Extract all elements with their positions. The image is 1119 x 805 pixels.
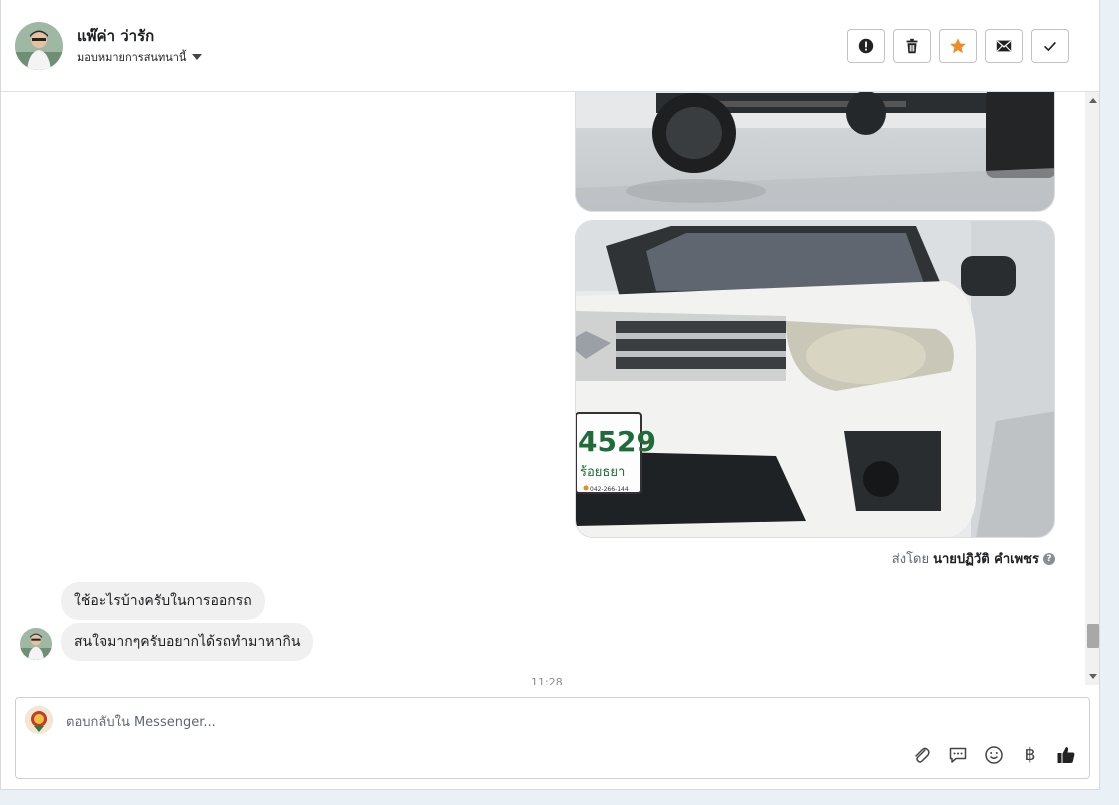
payment-button[interactable]: ฿ xyxy=(1019,744,1041,766)
contact-avatar[interactable] xyxy=(15,22,63,70)
reply-composer: ฿ xyxy=(15,697,1090,779)
check-icon xyxy=(1044,41,1056,52)
sent-by-line: ส่งโดย นายปฏิวัติ คำเพชร ? xyxy=(892,548,1055,569)
incoming-message: ใช้อะไรบ้างครับในการออกรถ xyxy=(61,582,265,620)
saved-replies-button[interactable] xyxy=(947,744,969,766)
question-icon[interactable]: ? xyxy=(1043,552,1055,565)
assign-label: มอบหมายการสนทนานี้ xyxy=(77,51,187,64)
mark-unread-button[interactable] xyxy=(985,29,1023,63)
thumbs-up-icon xyxy=(1057,747,1075,763)
attachment-photo-car-front[interactable]: 4529 ร้อยธยา 042-266-144 xyxy=(575,220,1055,538)
plate-number: 4529 xyxy=(578,425,656,458)
scroll-down-icon[interactable] xyxy=(1089,674,1097,679)
like-button[interactable] xyxy=(1055,744,1077,766)
page-background-strip xyxy=(1101,0,1119,805)
reply-input[interactable] xyxy=(64,710,868,734)
scrollbar-thumb[interactable] xyxy=(1087,624,1099,648)
car-front-image: 4529 ร้อยธยา 042-266-144 xyxy=(576,221,1054,537)
plate-phone: 042-266-144 xyxy=(590,486,629,493)
paperclip-icon xyxy=(915,747,930,763)
plate-province: ร้อยธยา xyxy=(580,465,625,480)
message-thread: 4529 ร้อยธยา 042-266-144 ส่งโดย นายปฏิวั… xyxy=(1,92,1085,685)
attach-button[interactable] xyxy=(911,744,933,766)
mark-spam-button[interactable] xyxy=(847,29,885,63)
chat-bubble-icon xyxy=(949,747,967,763)
caret-down-icon xyxy=(192,54,203,60)
avatar-photo xyxy=(15,22,63,70)
message-timestamp: 11:28 xyxy=(531,676,563,685)
envelope-icon xyxy=(996,40,1012,52)
incoming-message: สนใจมากๆครับอยากได้รถทำมาหากิน xyxy=(61,623,314,661)
thread-scrollbar[interactable] xyxy=(1085,92,1099,685)
conversation-header: แพ๊ค่า ว่ารัก มอบหมายการสนทนานี้ xyxy=(1,0,1099,92)
scroll-up-icon[interactable] xyxy=(1089,98,1097,103)
page-logo-image xyxy=(25,706,53,734)
exclamation-icon xyxy=(858,38,874,54)
page-avatar xyxy=(25,706,53,734)
mark-done-button[interactable] xyxy=(1031,29,1069,63)
avatar-photo xyxy=(20,628,52,660)
sent-by-prefix: ส่งโดย xyxy=(891,552,930,567)
trash-icon xyxy=(906,38,918,54)
emoji-button[interactable] xyxy=(983,744,1005,766)
header-actions xyxy=(847,29,1069,63)
assign-conversation-dropdown[interactable]: มอบหมายการสนทนานี้ xyxy=(77,48,203,66)
attachment-photo-car-underside[interactable] xyxy=(575,92,1055,212)
delete-button[interactable] xyxy=(893,29,931,63)
conversation-panel: แพ๊ค่า ว่ารัก มอบหมายการสนทนานี้ 4529 ร้… xyxy=(0,0,1100,790)
sender-avatar xyxy=(20,628,52,660)
sender-name: นายปฏิวัติ คำเพชร xyxy=(933,552,1039,567)
smiley-icon xyxy=(985,746,1003,764)
contact-name[interactable]: แพ๊ค่า ว่ารัก xyxy=(77,24,154,48)
baht-icon: ฿ xyxy=(1024,745,1036,765)
composer-tools: ฿ xyxy=(911,744,1077,766)
star-button[interactable] xyxy=(939,29,977,63)
car-underside-image xyxy=(576,92,1054,211)
star-icon xyxy=(950,38,966,54)
